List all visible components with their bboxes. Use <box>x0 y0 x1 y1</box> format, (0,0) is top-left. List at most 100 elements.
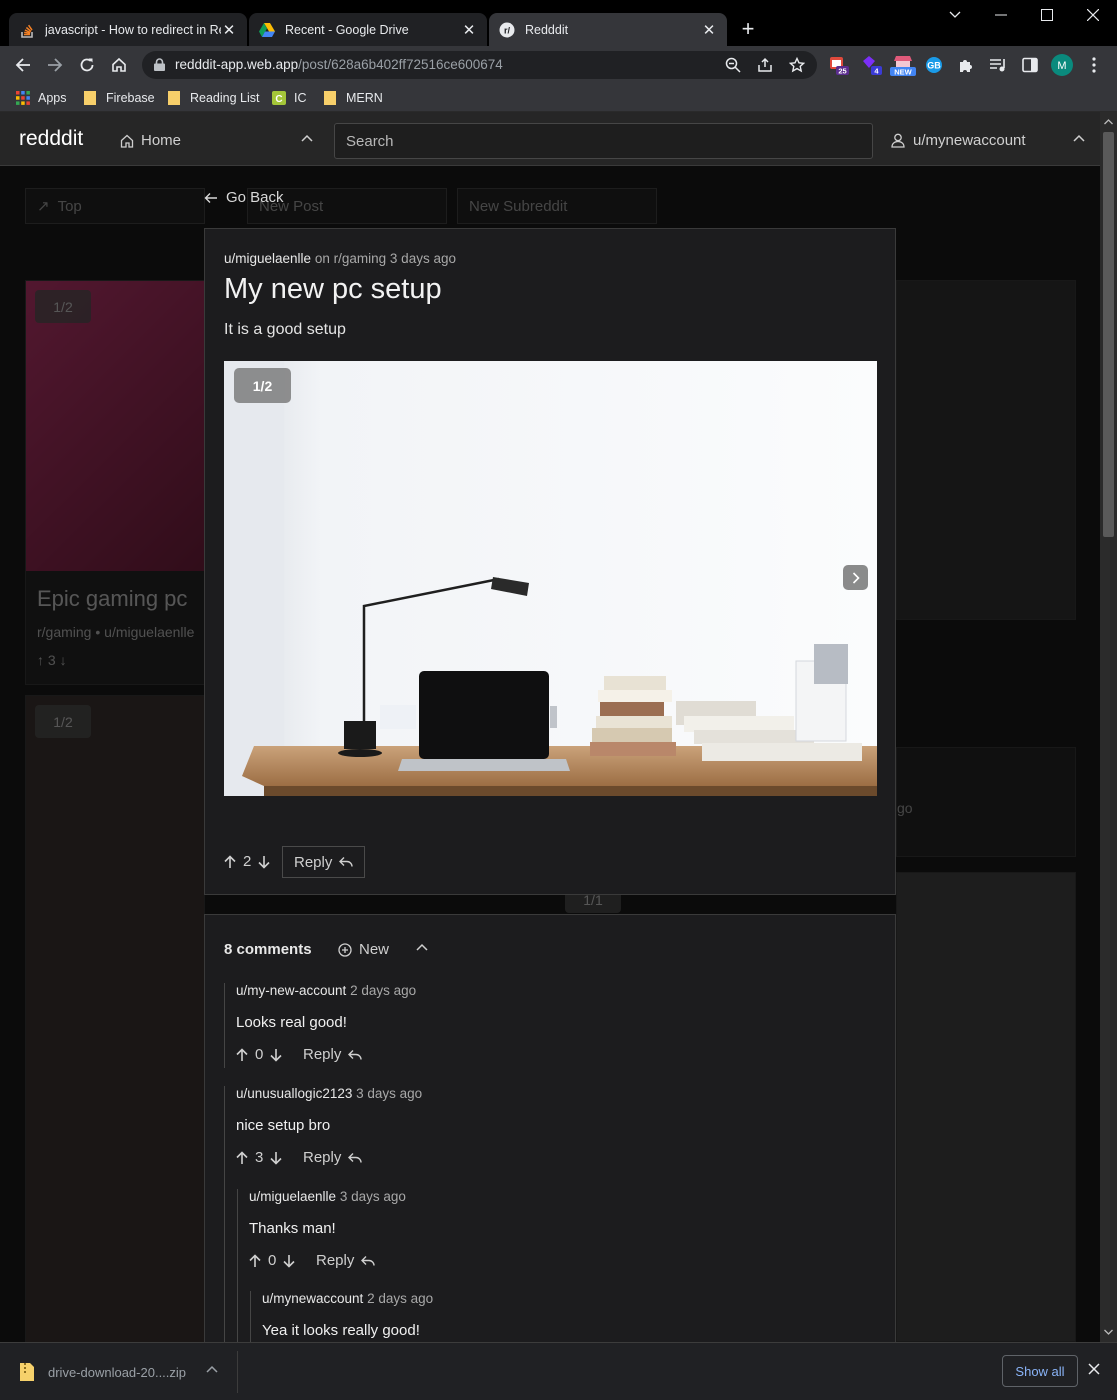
tab-strip: javascript - How to redirect in React ✕ … <box>0 0 1117 46</box>
svg-text:GB: GB <box>927 61 941 71</box>
user-menu-button[interactable]: u/mynewaccount <box>891 132 1026 149</box>
show-all-downloads-button[interactable]: Show all <box>1002 1355 1078 1387</box>
address-bar[interactable]: redddit-app.web.app/post/628a6b402ff7251… <box>142 51 817 79</box>
extensions-puzzle-icon[interactable] <box>955 54 977 76</box>
search-input[interactable] <box>334 123 873 159</box>
user-icon <box>891 133 905 148</box>
reload-button[interactable] <box>73 51 101 79</box>
bookmark-star-icon[interactable] <box>789 57 807 75</box>
close-icon[interactable]: ✕ <box>701 22 717 39</box>
chevron-up-icon[interactable] <box>1073 134 1085 142</box>
media-controls-icon[interactable] <box>987 54 1009 76</box>
comment-author-link[interactable]: u/my-new-account <box>236 983 346 998</box>
lock-icon[interactable] <box>154 58 165 71</box>
scrollbar-thumb[interactable] <box>1103 132 1114 537</box>
chevron-up-icon[interactable] <box>301 134 313 142</box>
comment-meta: u/mynewaccount 2 days ago <box>262 1291 433 1306</box>
scroll-up-icon[interactable] <box>1100 116 1117 128</box>
downvote-arrow-icon[interactable] <box>270 1048 282 1062</box>
comment-author-link[interactable]: u/miguelaenlle <box>249 1189 336 1204</box>
comment-author-link[interactable]: u/unusuallogic2123 <box>236 1086 352 1101</box>
upvote-arrow-icon[interactable] <box>236 1047 248 1062</box>
url-text[interactable]: redddit-app.web.app/post/628a6b402ff7251… <box>175 57 503 72</box>
comment-reply-button[interactable]: Reply <box>303 1149 363 1166</box>
comment-meta: u/miguelaenlle 3 days ago <box>249 1189 406 1204</box>
feed-card-meta: r/gaming • u/miguelaenlle <box>37 624 195 640</box>
folder-icon <box>324 91 338 105</box>
comment-author-link[interactable]: u/mynewaccount <box>262 1291 363 1306</box>
post-image <box>224 361 877 796</box>
forward-button[interactable] <box>41 51 69 79</box>
home-button[interactable] <box>105 51 133 79</box>
chevron-up-icon[interactable] <box>416 943 428 951</box>
svg-text:25: 25 <box>838 67 846 76</box>
feed-card-counter: 1/2 <box>35 290 91 323</box>
bookmark-apps[interactable]: Apps <box>16 89 67 107</box>
carousel-next-button[interactable] <box>843 565 868 590</box>
upvote-arrow-icon[interactable] <box>249 1253 261 1268</box>
minimize-button[interactable] <box>978 0 1024 30</box>
upvote-arrow-icon[interactable] <box>236 1150 248 1165</box>
comment-thread-line[interactable] <box>224 1086 225 1342</box>
go-back-link[interactable]: Go Back <box>204 189 284 206</box>
app-navbar: redddit Home u/mynewaccount <box>0 112 1100 166</box>
downvote-arrow-icon[interactable] <box>270 1151 282 1165</box>
bookmark-reading-list[interactable]: Reading List <box>168 89 260 107</box>
home-label: Home <box>141 132 182 149</box>
bookmark-mern[interactable]: MERN <box>324 89 383 107</box>
close-icon[interactable]: ✕ <box>461 22 477 39</box>
tab-search-button[interactable] <box>932 0 978 30</box>
zoom-icon[interactable] <box>725 57 743 75</box>
comment-thread-line[interactable] <box>224 983 225 1068</box>
post-subreddit-link[interactable]: r/gaming <box>334 251 387 266</box>
back-button[interactable] <box>9 51 37 79</box>
bookmarks-bar: Apps Firebase Reading List C IC MERN <box>0 84 1117 112</box>
page-viewport: ↗ Top New Post New Subreddit 1/2 Epic gam… <box>0 112 1100 1342</box>
profile-avatar[interactable]: M <box>1051 54 1073 76</box>
downvote-arrow-icon[interactable] <box>258 855 270 869</box>
tab-stackoverflow[interactable]: javascript - How to redirect in React ✕ <box>9 13 247 46</box>
comment-body: nice setup bro <box>236 1117 331 1134</box>
scroll-down-icon[interactable] <box>1100 1326 1117 1338</box>
sort-new-dropdown[interactable]: New <box>338 941 389 958</box>
extension-translate-icon[interactable]: GB <box>923 54 945 76</box>
page-scrollbar[interactable] <box>1100 112 1117 1342</box>
feed-card: 1/2 Epic gaming pc r/gaming • u/miguelae… <box>25 280 205 685</box>
comments-count: 8 comments <box>224 941 312 958</box>
downvote-arrow-icon[interactable] <box>283 1254 295 1268</box>
tab-redddit[interactable]: r/ Redddit ✕ <box>489 13 727 46</box>
home-dropdown[interactable]: Home <box>120 132 181 149</box>
app-logo[interactable]: redddit <box>19 127 83 151</box>
comment-meta: u/my-new-account 2 days ago <box>236 983 416 998</box>
ic-logo-icon: C <box>272 91 286 105</box>
bookmark-firebase[interactable]: Firebase <box>84 89 155 107</box>
comment-thread-line[interactable] <box>237 1189 238 1342</box>
maximize-button[interactable] <box>1024 0 1070 30</box>
download-item[interactable]: drive-download-20....zip <box>20 1363 186 1381</box>
extension-calendar-icon[interactable]: 25 <box>828 54 850 76</box>
comment-thread-line[interactable] <box>250 1291 251 1342</box>
sort-label: New <box>359 941 390 958</box>
post-reply-button[interactable]: Reply <box>282 846 366 878</box>
reply-icon <box>348 1152 363 1163</box>
feed-new-subreddit-button: New Subreddit <box>457 188 657 224</box>
tab-google-drive[interactable]: Recent - Google Drive ✕ <box>249 13 487 46</box>
new-tab-button[interactable]: + <box>734 15 762 43</box>
post-image-carousel[interactable]: 1/2 <box>224 361 877 796</box>
home-icon <box>120 134 134 148</box>
close-window-button[interactable] <box>1070 0 1116 30</box>
reply-label: Reply <box>294 853 333 871</box>
side-panel-icon[interactable] <box>1019 54 1041 76</box>
bookmark-ic[interactable]: C IC <box>272 89 307 107</box>
close-icon[interactable]: ✕ <box>221 22 237 39</box>
kebab-menu-icon[interactable] <box>1083 54 1105 76</box>
extension-gem-icon[interactable]: 4 <box>860 54 882 76</box>
extension-store-icon[interactable]: NEW <box>890 54 916 76</box>
share-icon[interactable] <box>757 57 775 75</box>
close-icon[interactable] <box>1088 1363 1100 1375</box>
comment-reply-button[interactable]: Reply <box>316 1252 376 1269</box>
upvote-arrow-icon[interactable] <box>224 854 236 869</box>
chevron-up-icon[interactable] <box>206 1365 218 1373</box>
comment-reply-button[interactable]: Reply <box>303 1046 363 1063</box>
post-author-link[interactable]: u/miguelaenlle <box>224 251 311 266</box>
